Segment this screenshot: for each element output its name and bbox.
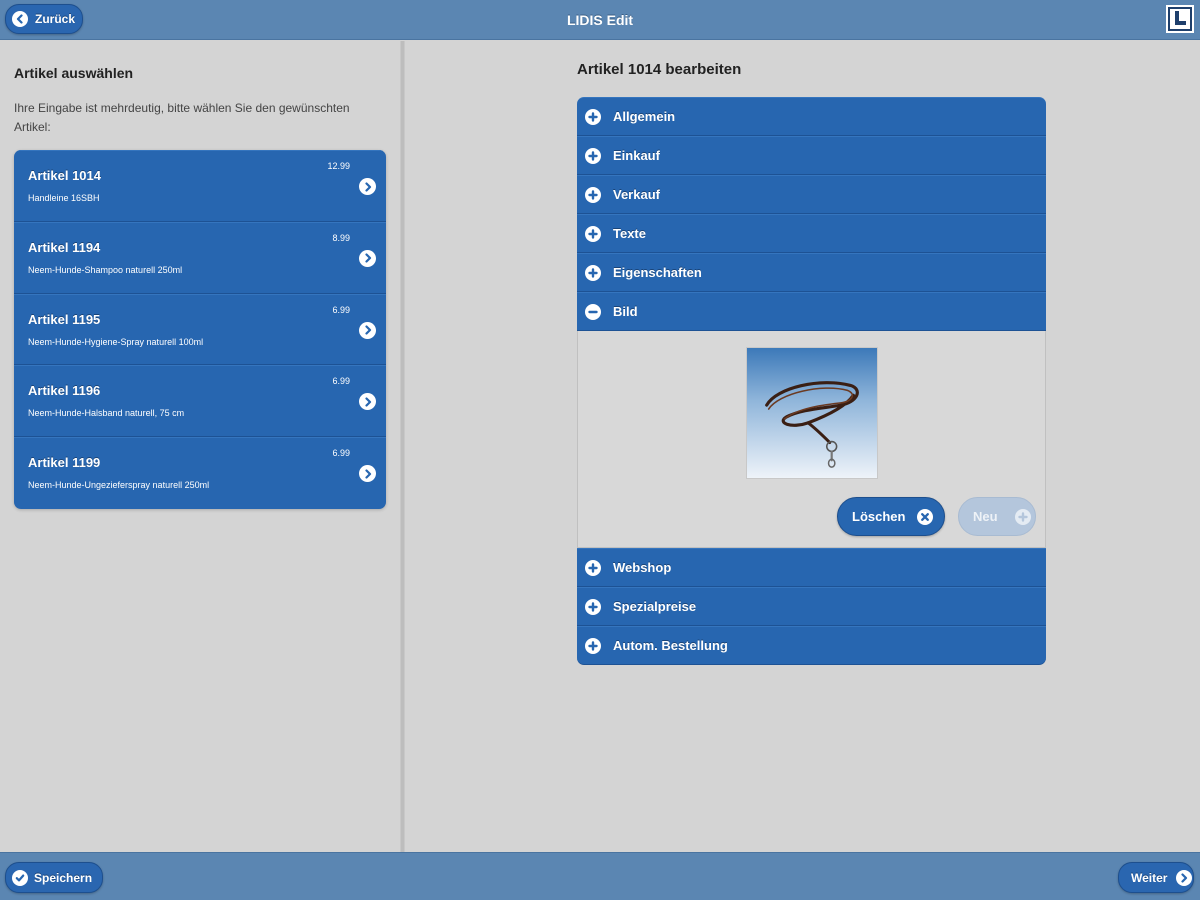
save-button-label: Speichern [34, 870, 93, 885]
plus-icon [585, 108, 601, 125]
section-label: Bild [613, 304, 638, 319]
section-label: Verkauf [613, 187, 660, 202]
article-name: Artikel 1194 [28, 239, 101, 255]
plus-icon [585, 264, 601, 281]
article-item-1194[interactable]: Artikel 1194 Neem-Hunde-Shampoo naturell… [14, 221, 386, 294]
plus-icon [585, 598, 601, 615]
bild-section-content: Löschen Neu [577, 331, 1046, 548]
article-price: 12.99 [327, 161, 350, 171]
article-description: Neem-Hunde-Hygiene-Spray naturell 100ml [28, 336, 204, 347]
article-select-title: Artikel auswählen [14, 65, 134, 81]
section-label: Webshop [613, 560, 672, 575]
lidis-logo-icon [1166, 5, 1194, 33]
section-label: Autom. Bestellung [613, 638, 728, 653]
minus-icon [585, 303, 601, 320]
article-item-1195[interactable]: Artikel 1195 Neem-Hunde-Hygiene-Spray na… [14, 293, 386, 366]
article-description: Handleine 16SBH [28, 193, 100, 203]
back-button-label: Zurück [35, 12, 76, 26]
save-button[interactable]: Speichern [5, 862, 103, 893]
section-eigenschaften[interactable]: Eigenschaften [577, 253, 1046, 292]
article-price: 8.99 [332, 232, 350, 243]
close-icon [917, 508, 934, 525]
plus-icon [1014, 508, 1031, 525]
back-button[interactable]: Zurück [5, 4, 83, 34]
section-texte[interactable]: Texte [577, 214, 1046, 253]
article-name: Artikel 1014 [28, 168, 101, 183]
section-label: Einkauf [613, 148, 660, 163]
article-price: 6.99 [332, 376, 350, 387]
product-image [746, 347, 878, 479]
section-label: Texte [613, 226, 646, 241]
panel-divider[interactable] [400, 41, 405, 852]
section-spezialpreise[interactable]: Spezialpreise [577, 587, 1046, 626]
edit-accordion: Allgemein Einkauf Verkauf Texte Eigensch… [577, 97, 1046, 665]
article-item-1196[interactable]: Artikel 1196 Neem-Hunde-Halsband naturel… [14, 365, 386, 438]
next-button-label: Weiter [1131, 870, 1168, 885]
article-description: Neem-Hunde-Halsband naturell, 75 cm [28, 408, 185, 419]
section-einkauf[interactable]: Einkauf [577, 136, 1046, 175]
section-label: Spezialpreise [613, 599, 697, 614]
footer-bar: Speichern Weiter [0, 852, 1200, 900]
article-item-1199[interactable]: Artikel 1199 Neem-Hunde-Ungezieferspray … [14, 437, 386, 509]
article-price: 6.99 [332, 304, 350, 315]
section-label: Allgemein [613, 109, 676, 124]
chevron-right-icon [359, 249, 376, 267]
new-button-label: Neu [973, 509, 998, 524]
article-name: Artikel 1199 [28, 455, 101, 471]
next-button[interactable]: Weiter [1118, 862, 1194, 893]
new-image-button[interactable]: Neu [958, 497, 1036, 536]
section-verkauf[interactable]: Verkauf [577, 175, 1046, 214]
chevron-left-icon [12, 11, 28, 27]
plus-icon [585, 225, 601, 242]
plus-icon [585, 559, 601, 576]
chevron-right-icon [1176, 869, 1193, 886]
section-bild[interactable]: Bild [577, 292, 1046, 331]
chevron-right-icon [359, 465, 376, 483]
article-description: Neem-Hunde-Ungezieferspray naturell 250m… [28, 480, 210, 491]
plus-icon [585, 186, 601, 203]
plus-icon [585, 637, 601, 654]
article-list: Artikel 1014 Handleine 16SBH 12.99 Artik… [14, 150, 386, 509]
checkmark-icon [12, 869, 28, 886]
article-name: Artikel 1195 [28, 311, 101, 327]
chevron-right-icon [359, 178, 376, 195]
article-description: Neem-Hunde-Shampoo naturell 250ml [28, 264, 183, 275]
edit-panel-title: Artikel 1014 bearbeiten [577, 61, 742, 78]
section-label: Eigenschaften [613, 265, 702, 280]
header-bar: LIDIS Edit Zurück [0, 0, 1200, 40]
delete-image-button[interactable]: Löschen [837, 497, 945, 536]
article-select-description: Ihre Eingabe ist mehrdeutig, bitte wähle… [14, 101, 350, 134]
plus-icon [585, 147, 601, 164]
delete-button-label: Löschen [852, 509, 906, 524]
article-select-panel: Artikel auswählen Ihre Eingabe ist mehrd… [0, 41, 400, 852]
section-webshop[interactable]: Webshop [577, 548, 1046, 587]
article-price: 6.99 [332, 448, 350, 459]
section-autom-bestellung[interactable]: Autom. Bestellung [577, 626, 1046, 665]
chevron-right-icon [359, 393, 376, 411]
article-name: Artikel 1196 [28, 383, 101, 399]
chevron-right-icon [359, 321, 376, 339]
section-allgemein[interactable]: Allgemein [577, 97, 1046, 136]
app-title: LIDIS Edit [566, 12, 634, 28]
article-item-1014[interactable]: Artikel 1014 Handleine 16SBH 12.99 [14, 150, 386, 222]
